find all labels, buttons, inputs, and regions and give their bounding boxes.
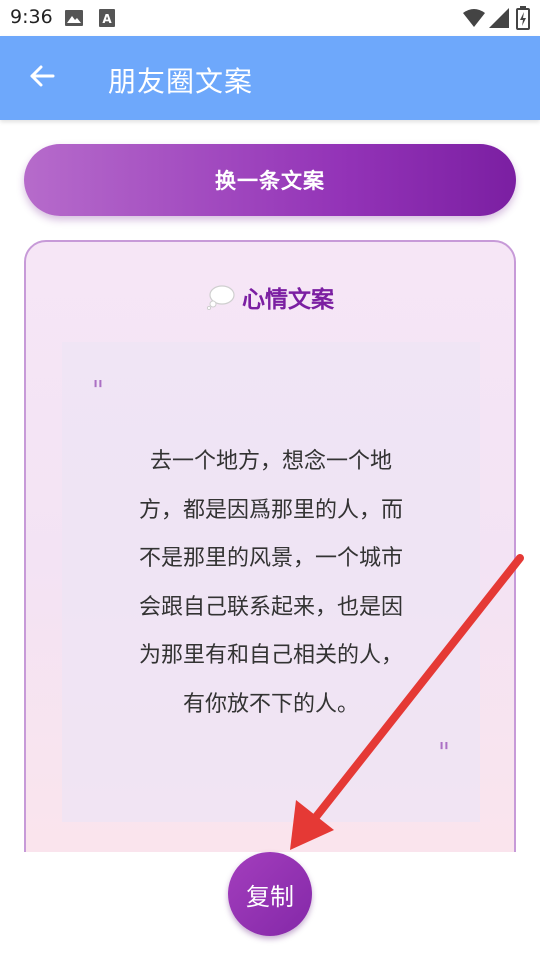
arrow-left-icon xyxy=(28,62,56,94)
battery-icon xyxy=(516,6,530,34)
copy-text-line: 为那里有和自己相关的人， xyxy=(138,643,403,668)
font-download-icon: A xyxy=(98,8,116,32)
card-header: 心情文案 xyxy=(26,280,514,314)
signal-icon xyxy=(488,7,510,33)
page-title: 朋友圈文案 xyxy=(108,65,254,98)
status-bar: 9:36 A xyxy=(0,0,540,36)
change-copy-label: 换一条文案 xyxy=(215,169,325,193)
open-quote-mark: " xyxy=(92,376,104,406)
copy-text-line: 不是那里的风景，一个城市 xyxy=(138,546,403,571)
copy-text-line: 有你放不下的人。 xyxy=(182,691,359,717)
copy-text-line: 会跟自己联系起来，也是因 xyxy=(138,594,403,620)
quote-panel: " 去一个地方，想念一个地 方，都是因爲那里的人，而 不是那里的风景，一个城市 … xyxy=(62,342,480,822)
app-bar: 朋友圈文案 xyxy=(0,36,540,120)
copy-text: 去一个地方，想念一个地 方，都是因爲那里的人，而 不是那里的风景，一个城市 会跟… xyxy=(118,438,424,729)
copy-card: 心情文案 " 去一个地方，想念一个地 方，都是因爲那里的人，而 不是那里的风景，… xyxy=(24,240,516,884)
close-quote-mark: " xyxy=(438,738,450,768)
back-button[interactable] xyxy=(20,56,64,100)
image-icon xyxy=(64,8,84,32)
wifi-icon xyxy=(462,8,486,32)
svg-text:A: A xyxy=(102,12,112,26)
copy-button-label: 复制 xyxy=(246,882,294,911)
copy-text-line: 去一个地方，想念一个地 xyxy=(149,449,392,474)
thought-bubble-icon xyxy=(206,284,236,311)
status-time: 9:36 xyxy=(10,6,53,28)
change-copy-button[interactable]: 换一条文案 xyxy=(24,144,516,216)
copy-button[interactable]: 复制 xyxy=(228,852,312,936)
card-title: 心情文案 xyxy=(242,287,334,313)
copy-text-line: 方，都是因爲那里的人，而 xyxy=(138,497,403,523)
